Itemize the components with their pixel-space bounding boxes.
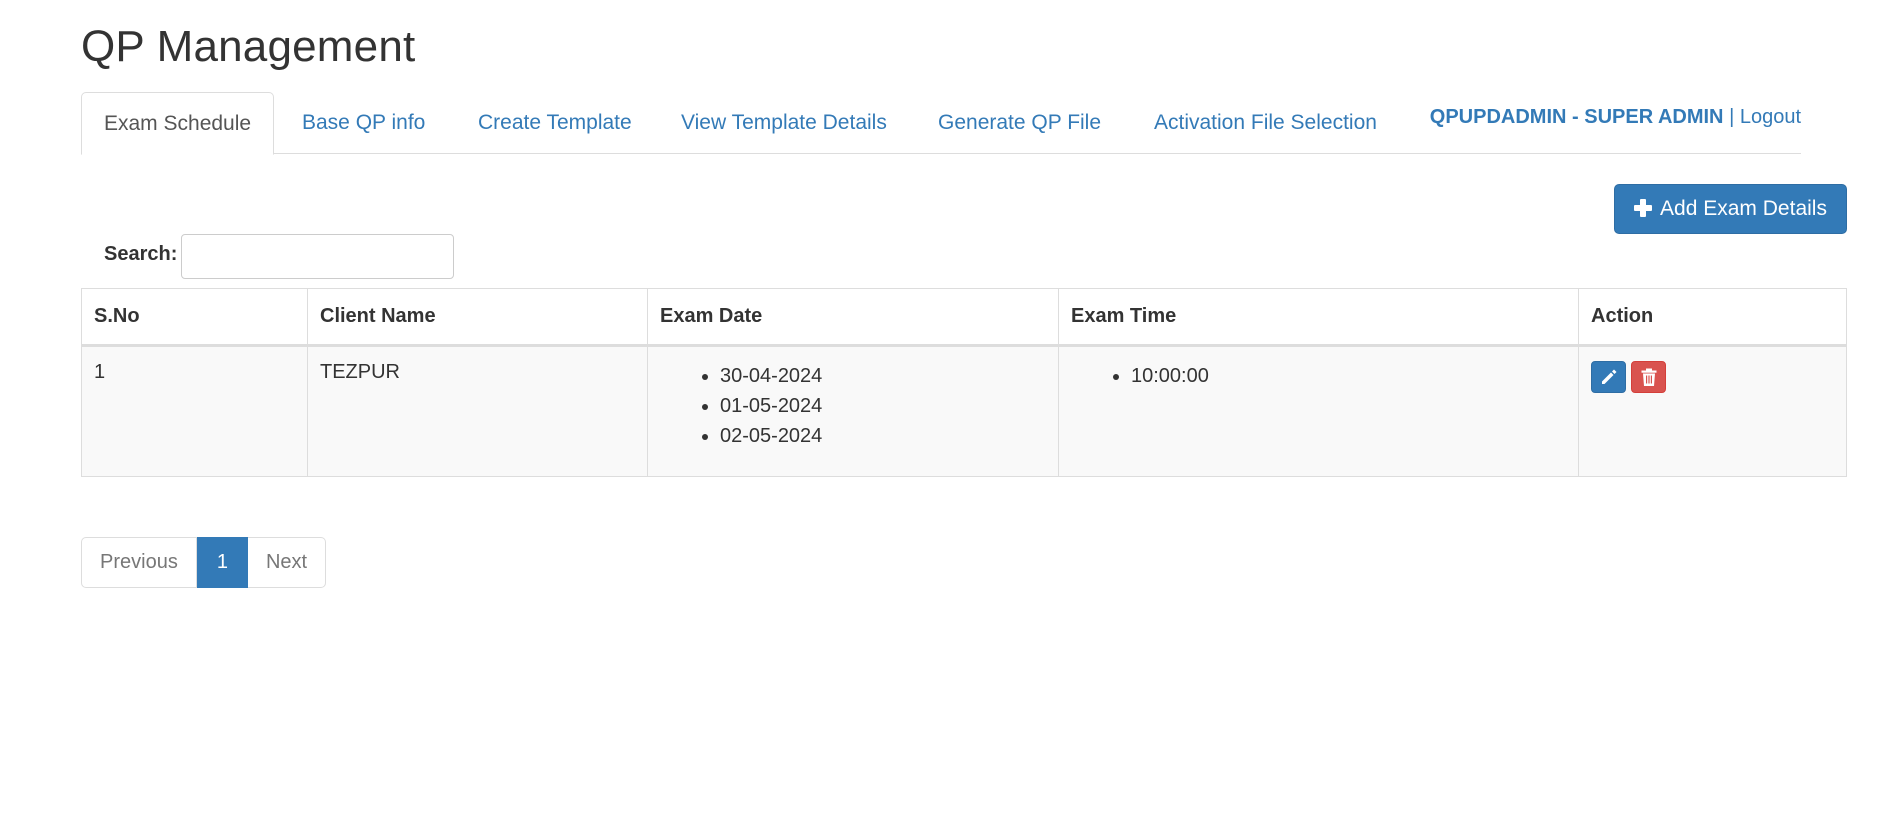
exam-time-list: 10:00:00	[1071, 361, 1566, 391]
exam-date-item: 01-05-2024	[720, 391, 1046, 421]
exam-date-list: 30-04-2024 01-05-2024 02-05-2024	[660, 361, 1046, 451]
add-exam-details-button[interactable]: Add Exam Details	[1614, 184, 1847, 234]
cell-sno: 1	[81, 345, 308, 477]
exam-date-item: 02-05-2024	[720, 421, 1046, 451]
exam-time-item: 10:00:00	[1131, 361, 1566, 391]
column-header-exam-date[interactable]: Exam Date	[647, 288, 1059, 347]
column-header-action[interactable]: Action	[1578, 288, 1847, 347]
pagination-next[interactable]: Next	[247, 537, 327, 588]
cell-exam-time: 10:00:00	[1058, 345, 1579, 477]
column-header-exam-time[interactable]: Exam Time	[1058, 288, 1579, 347]
delete-button[interactable]	[1631, 361, 1666, 393]
tab-create-template[interactable]: Create Template	[478, 92, 632, 154]
tab-exam-schedule[interactable]: Exam Schedule	[81, 92, 275, 155]
edit-button[interactable]	[1591, 361, 1626, 393]
cell-exam-date: 30-04-2024 01-05-2024 02-05-2024	[647, 345, 1059, 477]
tab-generate-qp-file[interactable]: Generate QP File	[938, 92, 1101, 154]
nav-tabs: Exam Schedule Base QP info Create Templa…	[81, 92, 1801, 155]
exam-schedule-table: S.No Client Name Exam Date Exam Time Act…	[81, 288, 1847, 477]
logout-link[interactable]: Logout	[1740, 106, 1801, 128]
plus-icon	[1634, 199, 1653, 217]
pagination: Previous 1 Next	[81, 537, 327, 588]
page-title: QP Management	[81, 22, 416, 71]
exam-date-item: 30-04-2024	[720, 361, 1046, 391]
cell-action	[1578, 345, 1847, 477]
trash-icon	[1641, 368, 1657, 386]
tab-activation-file-selection[interactable]: Activation File Selection	[1154, 92, 1377, 154]
pencil-icon	[1602, 369, 1617, 384]
tab-view-template-details[interactable]: View Template Details	[681, 92, 887, 154]
table-row: 1 TEZPUR 30-04-2024 01-05-2024 02-05-202…	[81, 345, 1847, 477]
pagination-previous[interactable]: Previous	[81, 537, 197, 588]
column-header-client-name[interactable]: Client Name	[307, 288, 648, 347]
search-label: Search:	[104, 243, 178, 265]
user-name: QPUPDADMIN - SUPER ADMIN	[1429, 106, 1724, 128]
cell-client-name: TEZPUR	[307, 345, 648, 477]
add-exam-details-label: Add Exam Details	[1660, 197, 1827, 220]
user-bar: QPUPDADMIN - SUPER ADMIN | Logout	[1430, 106, 1801, 129]
column-header-sno[interactable]: S.No	[81, 288, 308, 347]
pagination-page-1[interactable]: 1	[196, 537, 248, 588]
search-input[interactable]	[181, 234, 454, 279]
table-header-row: S.No Client Name Exam Date Exam Time Act…	[81, 288, 1847, 347]
user-separator: |	[1729, 106, 1735, 128]
tab-base-qp-info[interactable]: Base QP info	[302, 92, 425, 154]
